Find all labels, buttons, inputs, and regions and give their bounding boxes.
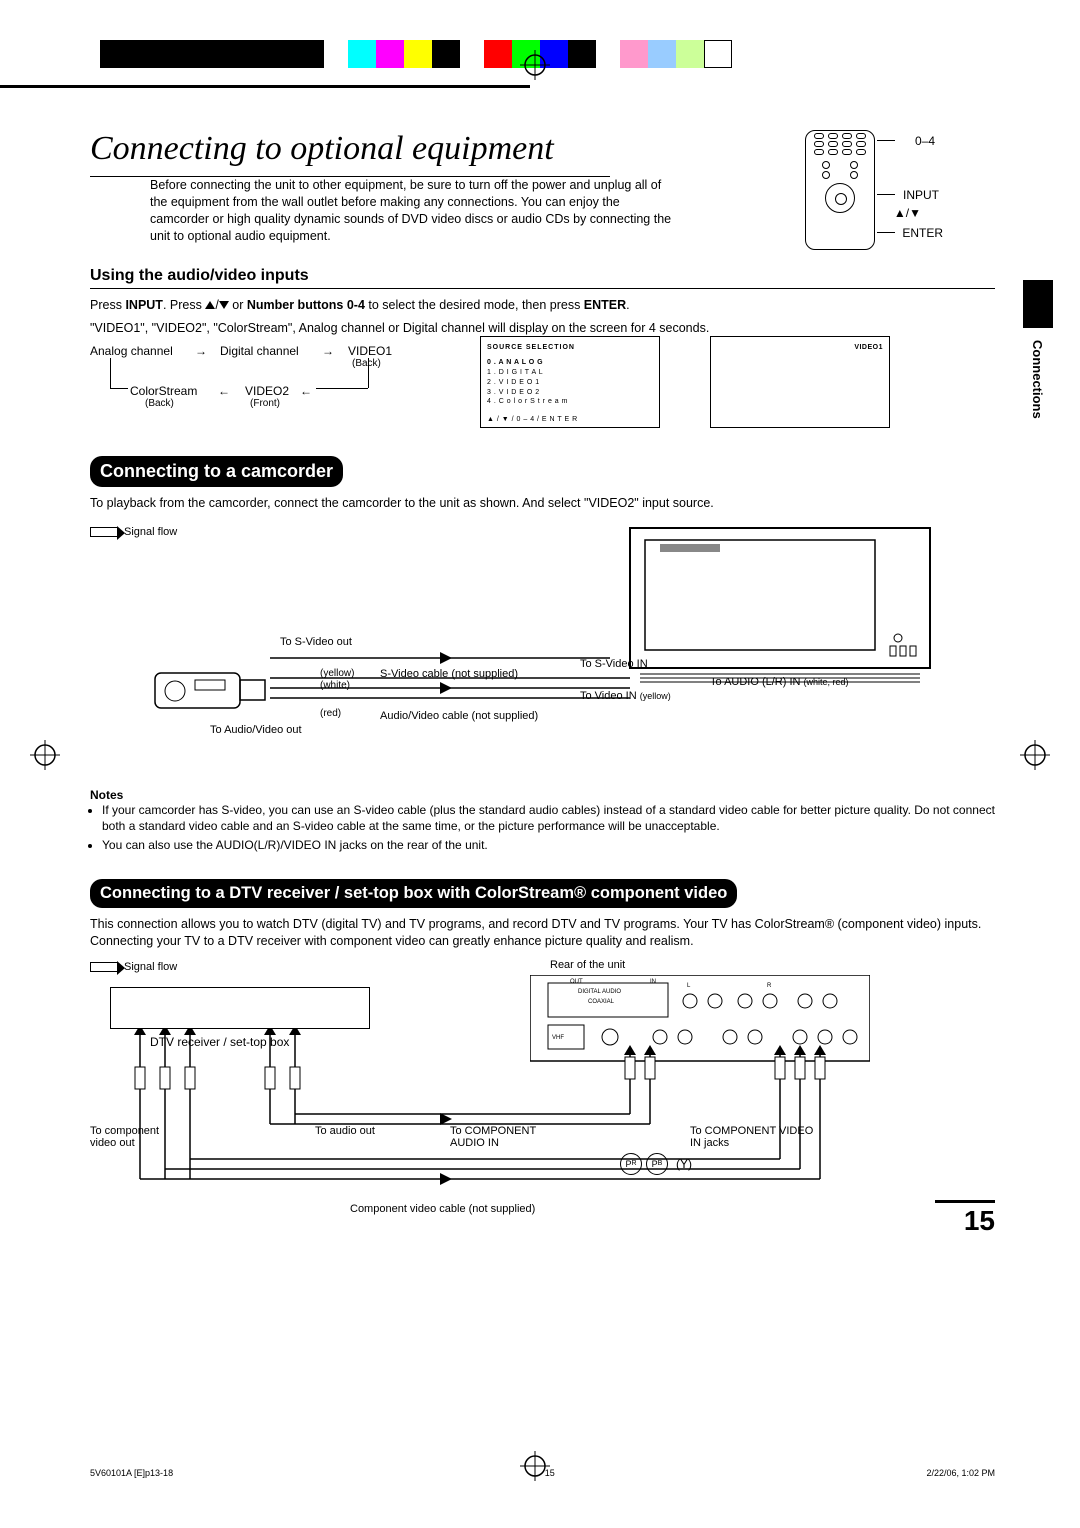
text: . Press	[163, 298, 205, 312]
registration-mark-icon	[1020, 740, 1050, 777]
osd-item: 2 . V I D E O 1	[487, 378, 653, 388]
label-to-comp-video-in: To COMPONENT VIDEO IN jacks	[690, 1125, 820, 1149]
label-to-svideo-out: To S-Video out	[280, 636, 352, 648]
remote-label-range: 0–4	[915, 134, 935, 148]
label-rear: Rear of the unit	[550, 959, 625, 971]
dtv-diagram: Signal flow DTV receiver / set-top box R…	[90, 957, 995, 1237]
signal-flow-arrow-icon	[90, 962, 118, 972]
svg-text:R: R	[767, 983, 772, 989]
flow-digital: Digital channel	[220, 344, 299, 358]
trim-line-top	[0, 85, 530, 88]
color-swatch-bar	[100, 40, 732, 68]
flow-video1: VIDEO1	[348, 344, 392, 358]
page-number: 15	[964, 1205, 995, 1237]
text: Press	[90, 298, 125, 312]
svg-text:L: L	[687, 983, 691, 989]
triangle-up-icon	[205, 301, 215, 309]
section-heading-camcorder: Connecting to a camcorder	[90, 456, 343, 487]
label-to-comp-out: To component video out	[90, 1125, 170, 1149]
label-av-cable: Audio/Video cable (not supplied)	[380, 710, 538, 722]
signal-flow-arrow-icon	[90, 527, 118, 537]
label-to-video-in: To Video IN (yellow)	[580, 690, 671, 702]
component-pin-labels: PR PB (Y)	[620, 1153, 692, 1175]
osd-item: 3 . V I D E O 2	[487, 388, 653, 398]
osd-item: 1 . D I G I T A L	[487, 368, 653, 378]
rear-digital-audio: DIGITAL AUDIO	[578, 989, 621, 995]
footer: 5V60101A [E]p13-18 15 2/22/06, 1:02 PM	[90, 1468, 995, 1478]
triangle-down-icon	[219, 301, 229, 309]
rear-out: OUT	[570, 979, 583, 985]
rear-in: IN	[650, 979, 656, 985]
note-item: If your camcorder has S-video, you can u…	[102, 802, 995, 834]
camcorder-diagram: Signal flow	[90, 518, 995, 778]
page-content: 0–4 INPUT ▲/▼ ENTER Connecting to option…	[90, 130, 995, 1237]
tv-front-icon	[620, 518, 940, 693]
label-yellow: (yellow)	[320, 668, 354, 679]
label-to-svideo-in: To S-Video IN	[580, 658, 648, 670]
remote-illustration	[805, 130, 875, 250]
remote-label-arrows: ▲/▼	[894, 206, 921, 220]
page-number-rule	[935, 1200, 995, 1203]
note-item: You can also use the AUDIO(L/R)/VIDEO IN…	[102, 837, 995, 853]
osd-hint: ▲ / ▼ / 0 – 4 / E N T E R	[487, 415, 653, 425]
text-bold: ENTER	[584, 298, 626, 312]
flow-video1-sub: (Back)	[352, 358, 381, 369]
text: to select the desired mode, then press	[365, 298, 584, 312]
flow-cs-sub: (Back)	[145, 398, 174, 409]
label-comp-cable: Component video cable (not supplied)	[350, 1203, 535, 1215]
signal-flow-label: Signal flow	[124, 526, 177, 538]
intro-text: Before connecting the unit to other equi…	[150, 177, 680, 245]
source-flow-diagram: Analog channel → Digital channel → VIDEO…	[90, 344, 995, 434]
section1-para1: Press INPUT. Press / or Number buttons 0…	[90, 297, 995, 315]
side-tab-block	[1023, 280, 1053, 328]
footer-timestamp: 2/22/06, 1:02 PM	[926, 1468, 995, 1478]
label-to-audio-out: To audio out	[315, 1125, 375, 1137]
flow-video2: VIDEO2	[245, 384, 289, 398]
text-bold: Number buttons 0-4	[247, 298, 365, 312]
osd-video1: VIDEO1	[710, 336, 890, 428]
notes-heading: Notes	[90, 788, 995, 802]
osd-label: VIDEO1	[854, 344, 883, 351]
page-title: Connecting to optional equipment	[90, 130, 610, 168]
label-red: (red)	[320, 708, 341, 719]
signal-flow-label: Signal flow	[124, 961, 177, 973]
side-tab-label: Connections	[1030, 340, 1045, 419]
dtv-box	[110, 987, 370, 1029]
footer-page: 15	[545, 1468, 555, 1478]
section3-para: This connection allows you to watch DTV …	[90, 916, 995, 951]
flow-analog: Analog channel	[90, 344, 173, 358]
rear-coaxial: COAXIAL	[588, 999, 615, 1005]
leader-line	[877, 140, 895, 141]
label-to-av-out: To Audio/Video out	[210, 724, 302, 736]
registration-mark-icon	[30, 740, 60, 777]
label-to-audio-lr: To AUDIO (L/R) IN (white, red)	[710, 676, 849, 688]
text: .	[626, 298, 629, 312]
footer-doc-id: 5V60101A [E]p13-18	[90, 1468, 173, 1478]
osd-item: 0 . A N A L O G	[487, 358, 653, 368]
osd-source-selection: SOURCE SELECTION 0 . A N A L O G 1 . D I…	[480, 336, 660, 428]
text: or	[229, 298, 247, 312]
text-bold: INPUT	[125, 298, 163, 312]
label-svideo-cable: S-Video cable (not supplied)	[380, 668, 518, 680]
leader-line	[877, 194, 895, 195]
label-to-comp-audio-in: To COMPONENT AUDIO IN	[450, 1125, 560, 1149]
osd-title: SOURCE SELECTION	[487, 343, 653, 353]
label-white: (white)	[320, 680, 350, 691]
notes-list: If your camcorder has S-video, you can u…	[90, 802, 995, 854]
flow-video2-sub: (Front)	[250, 398, 280, 409]
section-heading-dtv: Connecting to a DTV receiver / set-top b…	[90, 879, 737, 908]
flow-colorstream: ColorStream	[130, 384, 197, 398]
osd-item: 4 . C o l o r S t r e a m	[487, 397, 653, 407]
section-heading-av-inputs: Using the audio/video inputs	[90, 267, 995, 289]
remote-label-input: INPUT	[903, 188, 939, 202]
section2-para: To playback from the camcorder, connect …	[90, 495, 995, 513]
remote-label-enter: ENTER	[902, 226, 943, 240]
registration-mark-icon	[520, 50, 550, 87]
leader-line	[877, 232, 895, 233]
label-y: (Y)	[676, 1157, 692, 1171]
camcorder-icon	[150, 658, 270, 718]
